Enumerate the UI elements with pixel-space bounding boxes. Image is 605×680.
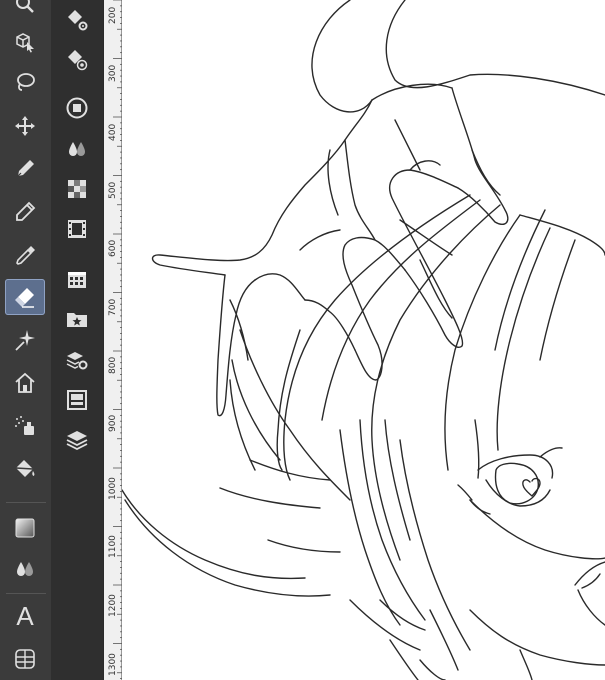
grid-frame-icon — [15, 649, 35, 669]
ruler-label: 600 — [108, 239, 118, 257]
film-icon — [68, 220, 86, 238]
animation-timeline-button[interactable] — [61, 213, 93, 245]
house-icon — [15, 372, 35, 393]
palette-bar — [51, 0, 103, 680]
layers-gear-icon — [66, 352, 88, 370]
layers-button[interactable] — [61, 424, 93, 456]
eyedropper-tool-button[interactable] — [5, 238, 45, 274]
ruler-label: 1200 — [108, 594, 118, 617]
gradient-tool-button[interactable] — [5, 510, 45, 546]
material-button[interactable] — [61, 303, 93, 335]
text-tool-button[interactable]: A — [5, 598, 45, 634]
color-mix-button[interactable] — [61, 133, 93, 165]
frame-tool-button[interactable] — [5, 641, 45, 677]
airbrush-tool-button[interactable] — [5, 408, 45, 444]
pencil-tool-button[interactable] — [5, 194, 45, 230]
eraser-icon — [15, 288, 34, 308]
move-arrows-icon — [15, 116, 35, 136]
ruler-label: 500 — [108, 181, 118, 199]
line-art-drawing — [122, 0, 605, 680]
blend-tool-button[interactable] — [5, 551, 45, 587]
drops-icon — [69, 142, 85, 156]
color-set-button[interactable] — [61, 173, 93, 205]
color-grid-icon — [68, 180, 86, 198]
toolbar-separator — [6, 593, 46, 594]
tool-bar: A — [0, 0, 51, 680]
zoom-tool-button[interactable] — [5, 0, 45, 22]
layers-icon — [66, 431, 88, 451]
ruler-label: 900 — [108, 414, 118, 432]
panel-icon — [67, 390, 87, 410]
lasso-tool-button[interactable] — [5, 64, 45, 100]
sub-tool-detail-button[interactable] — [61, 344, 93, 376]
ruler-label: 1000 — [108, 477, 118, 500]
pen-tool-button[interactable] — [5, 151, 45, 187]
ruler-label: 800 — [108, 356, 118, 374]
fill-tool-button[interactable] — [5, 451, 45, 487]
ruler-label: 1100 — [108, 535, 118, 558]
ruler-ticks — [113, 0, 123, 679]
operation-tool-button[interactable] — [5, 24, 45, 60]
lasso-icon — [17, 73, 35, 91]
tool-settings-button[interactable] — [61, 4, 93, 36]
pen-nib-icon — [16, 160, 34, 178]
eraser-dot-icon — [68, 50, 88, 71]
move-tool-button[interactable] — [5, 108, 45, 144]
brush-size-button[interactable] — [61, 44, 93, 76]
calendar-grid-icon — [68, 272, 86, 288]
drawing-canvas[interactable] — [122, 0, 605, 680]
eyedropper-icon — [16, 246, 35, 265]
vertical-ruler[interactable]: 200 300 400 500 600 700 800 900 1000 110… — [103, 0, 123, 680]
eraser-gear-icon — [68, 10, 88, 31]
ruler-label: 700 — [108, 298, 118, 316]
folder-star-icon — [67, 313, 87, 327]
ruler-label: 400 — [108, 123, 118, 141]
drops-icon — [17, 562, 33, 576]
ruler-label: 200 — [108, 6, 118, 24]
layer-property-button[interactable] — [61, 384, 93, 416]
toolbar-separator — [6, 502, 46, 503]
page-manager-button[interactable] — [61, 263, 93, 295]
pencil-icon — [16, 201, 36, 221]
circle-square-icon — [66, 97, 88, 119]
ruler-label: 1300 — [108, 653, 118, 676]
cube-arrow-icon — [16, 33, 34, 53]
sparkle-icon — [15, 330, 35, 351]
ruler-label: 300 — [108, 64, 118, 82]
text-a-icon: A — [16, 601, 34, 631]
airbrush-icon — [15, 416, 34, 435]
bucket-icon — [15, 460, 35, 477]
magnifier-icon — [16, 0, 34, 13]
decoration-tool-button[interactable] — [5, 322, 45, 358]
eraser-tool-button[interactable] — [5, 279, 45, 315]
gradient-square-icon — [15, 518, 35, 538]
house-tool-button[interactable] — [5, 365, 45, 401]
color-circle-button[interactable] — [61, 92, 93, 124]
